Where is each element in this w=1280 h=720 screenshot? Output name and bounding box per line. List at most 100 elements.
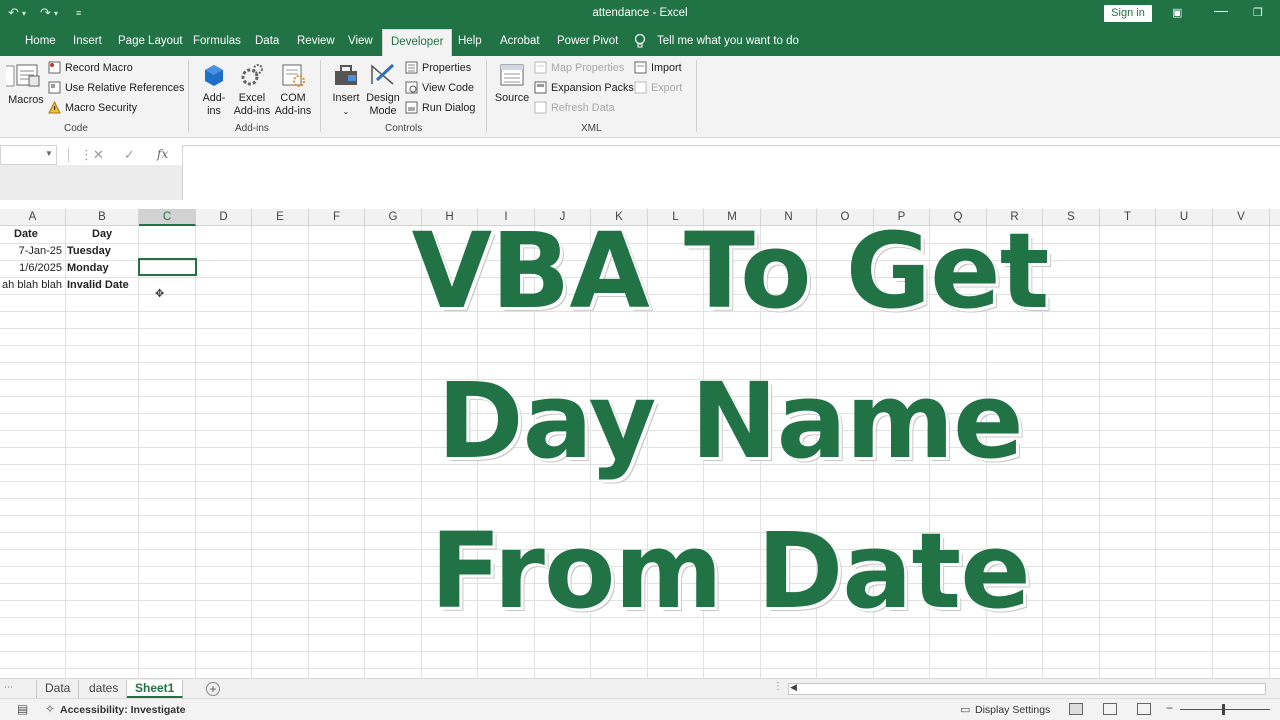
tab-data[interactable]: Data (255, 35, 279, 47)
cell-b4[interactable]: Invalid Date (67, 277, 129, 294)
column-header-t[interactable]: T (1100, 209, 1156, 226)
map-properties-label: Map Properties (551, 61, 625, 74)
sign-in-button[interactable]: Sign in (1104, 5, 1152, 22)
properties-icon (405, 61, 418, 74)
group-divider (696, 60, 697, 132)
sheet-tab-dates[interactable]: dates (81, 680, 128, 698)
display-settings-button[interactable]: Display Settings (975, 704, 1050, 716)
group-divider (188, 60, 189, 132)
insert-control-button[interactable]: Insert ⌄ (330, 62, 362, 118)
sheet-tab-data[interactable]: Data (36, 680, 80, 698)
view-code-icon (405, 81, 418, 94)
column-header-u[interactable]: U (1156, 209, 1213, 226)
group-divider (320, 60, 321, 132)
tab-view[interactable]: View (348, 35, 373, 47)
run-dialog-button[interactable]: Run Dialog (405, 101, 475, 114)
active-cell-selection[interactable] (138, 258, 197, 276)
tab-page-layout[interactable]: Page Layout (118, 35, 183, 47)
restore-icon[interactable]: ❐ (1253, 6, 1263, 19)
record-macro-button[interactable]: Record Macro (48, 61, 133, 74)
cell-a1[interactable]: Date (14, 226, 38, 243)
expansion-packs-button[interactable]: Expansion Packs (534, 81, 634, 94)
normal-view-icon[interactable] (1069, 703, 1083, 715)
view-code-button[interactable]: View Code (405, 81, 474, 94)
sheet-scroll-icon[interactable]: ⋯ (4, 682, 13, 693)
page-layout-view-icon[interactable] (1103, 703, 1117, 715)
column-header-e[interactable]: E (252, 209, 309, 226)
formula-divider-dots-icon: ⋮ (80, 147, 93, 162)
sheet-tab-sheet1[interactable]: Sheet1 (127, 680, 184, 698)
tab-formulas[interactable]: Formulas (193, 35, 241, 47)
formula-input[interactable] (182, 145, 1280, 200)
add-sheet-icon[interactable]: + (206, 682, 220, 696)
insert-dropdown-icon: ⌄ (342, 107, 350, 116)
cell-b1[interactable]: Day (92, 226, 112, 243)
accessibility-label: Accessibility: Investigate (60, 704, 186, 716)
column-header-c[interactable]: C (139, 209, 196, 226)
refresh-data-button[interactable]: Refresh Data (534, 101, 615, 114)
page-break-view-icon[interactable] (1137, 703, 1151, 715)
cell-b2[interactable]: Tuesday (67, 243, 111, 260)
cell-a4[interactable]: ah blah blah (0, 277, 62, 294)
enter-icon[interactable]: ✓ (124, 147, 135, 163)
cancel-icon[interactable]: ✕ (93, 147, 104, 163)
scroll-left-icon[interactable]: ◀ (790, 682, 797, 693)
accessibility-status[interactable]: Accessibility: Investigate (60, 704, 185, 716)
cell-a2[interactable]: 7-Jan-25 (0, 243, 62, 260)
import-button[interactable]: Import (634, 61, 682, 74)
column-header-b[interactable]: B (66, 209, 139, 226)
split-handle-icon[interactable]: ⋮ (773, 681, 783, 692)
lightbulb-icon (634, 33, 646, 48)
export-icon (634, 81, 647, 94)
tab-review[interactable]: Review (297, 35, 335, 47)
use-relative-references-button[interactable]: Use Relative References (48, 81, 184, 94)
cell-b3[interactable]: Monday (67, 260, 109, 277)
excel-add-ins-gear-icon (241, 64, 263, 86)
zoom-out-icon[interactable]: − (1166, 701, 1173, 715)
column-header-f[interactable]: F (309, 209, 365, 226)
minimize-icon[interactable]: — (1214, 2, 1228, 18)
column-header-v[interactable]: V (1213, 209, 1270, 226)
design-mode-icon (371, 63, 395, 85)
macro-recording-icon[interactable]: ▤ (17, 702, 28, 716)
accessibility-icon: ✧ (45, 702, 56, 716)
macros-label: Macros (8, 94, 44, 106)
zoom-slider[interactable] (1180, 709, 1270, 710)
design-mode-button[interactable]: Design Mode (365, 62, 401, 118)
properties-label: Properties (422, 61, 472, 74)
horizontal-scrollbar[interactable] (788, 683, 1266, 695)
expansion-packs-label: Expansion Packs (551, 81, 634, 94)
cell-a3[interactable]: 1/6/2025 (0, 260, 62, 277)
excel-add-ins-button[interactable]: Excel Add-ins (233, 62, 271, 118)
display-settings-icon: ▭ (960, 704, 971, 716)
tab-power-pivot[interactable]: Power Pivot (557, 35, 618, 47)
use-relative-references-label: Use Relative References (65, 81, 185, 94)
com-add-ins-label-1: COM (280, 92, 306, 104)
tab-insert[interactable]: Insert (73, 35, 102, 47)
macros-button[interactable]: Macros (8, 62, 44, 107)
map-properties-button[interactable]: Map Properties (534, 61, 624, 74)
cell-cursor-icon: ✥ (155, 288, 165, 300)
tab-developer[interactable]: Developer (382, 29, 453, 56)
tab-help[interactable]: Help (458, 35, 482, 47)
com-add-ins-button[interactable]: COM Add-ins (274, 62, 312, 118)
tab-acrobat[interactable]: Acrobat (500, 35, 540, 47)
expansion-packs-icon (534, 81, 547, 94)
name-box-dropdown-icon[interactable]: ▼ (45, 149, 53, 158)
gridline-horizontal (0, 634, 1280, 635)
properties-button[interactable]: Properties (405, 61, 471, 74)
column-header-a[interactable]: A (0, 209, 66, 226)
zoom-slider-thumb[interactable] (1222, 704, 1225, 715)
ribbon-display-icon[interactable]: ▣ (1172, 6, 1182, 19)
add-ins-button[interactable]: Add- ins (199, 62, 229, 118)
tell-me-box[interactable]: Tell me what you want to do (657, 35, 799, 47)
xml-source-button[interactable]: Source (494, 62, 530, 105)
import-icon (634, 61, 647, 74)
insert-function-icon[interactable]: fx (157, 147, 168, 161)
export-button[interactable]: Export (634, 81, 682, 94)
sheet-tab-bar: ⋯ Data dates Sheet1 + ⋮ ◀ (0, 678, 1280, 698)
column-header-d[interactable]: D (196, 209, 252, 226)
macro-security-button[interactable]: Macro Security (48, 101, 137, 114)
tab-home[interactable]: Home (25, 35, 56, 47)
com-add-ins-label-2: Add-ins (274, 105, 312, 117)
